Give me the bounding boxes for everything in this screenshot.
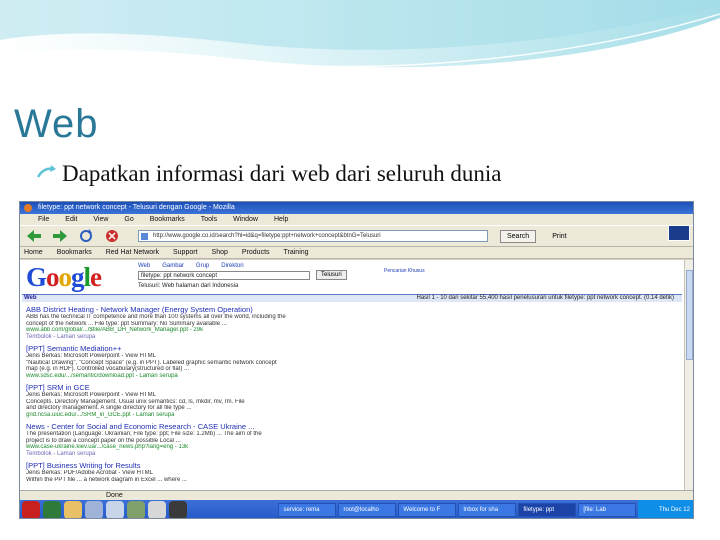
result-snippet: Within the PPT file ... a network diagra…	[26, 476, 187, 483]
url-input[interactable]: http://www.google.co.id/search?hl=id&q=f…	[138, 230, 488, 242]
menu-view[interactable]: View	[93, 214, 108, 225]
bookmark-bookmarks[interactable]: Bookmarks	[57, 247, 92, 258]
os-taskbar: service: rema root@localho Welcome to F …	[20, 500, 693, 518]
quick-launch-bar	[20, 501, 278, 518]
result-cache-links[interactable]: Tembolok - Laman serupa	[26, 451, 666, 458]
tab-grup[interactable]: Grup	[196, 263, 209, 269]
task-button[interactable]: root@localho	[338, 503, 397, 517]
bookmark-training[interactable]: Training	[284, 247, 309, 258]
stop-icon[interactable]	[102, 227, 122, 245]
mail-launcher-icon[interactable]	[64, 501, 82, 518]
search-result: News - Center for Social and Economic Re…	[26, 423, 666, 457]
google-search-button[interactable]: Telusuri	[316, 270, 347, 280]
back-icon[interactable]	[24, 227, 44, 245]
browser-launcher-icon[interactable]	[43, 501, 61, 518]
task-button-active[interactable]: filetype: ppt	[518, 503, 577, 517]
bookmark-shop[interactable]: Shop	[212, 247, 228, 258]
task-button[interactable]: Welcome to F	[398, 503, 457, 517]
menu-bar: File Edit View Go Bookmarks Tools Window…	[20, 214, 693, 225]
menu-edit[interactable]: Edit	[65, 214, 77, 225]
result-count-text: Hasil 1 - 10 dari sekitar 55,400 hasil p…	[416, 295, 674, 301]
window-titlebar[interactable]: filetype: ppt network concept - Telusuri…	[20, 202, 693, 214]
bookmark-red-hat-network[interactable]: Red Hat Network	[106, 247, 159, 258]
impress-launcher-icon[interactable]	[127, 501, 145, 518]
result-title-link[interactable]: [PPT] Business Writing for Results	[26, 462, 666, 470]
search-result: ABB District Heating - Network Manager (…	[26, 306, 666, 340]
terminal-launcher-icon[interactable]	[169, 501, 187, 518]
bookmarks-toolbar: Home Bookmarks Red Hat Network Support S…	[20, 247, 693, 259]
bookmark-home[interactable]: Home	[24, 247, 43, 258]
result-title-link[interactable]: [PPT] SRM in GCE	[26, 384, 666, 392]
tab-direktori[interactable]: Direktori	[221, 263, 243, 269]
result-title-link[interactable]: ABB District Heating - Network Manager (…	[26, 306, 666, 314]
menu-tools[interactable]: Tools	[201, 214, 217, 225]
search-result: [PPT] SRM in GCE Jenis Berkas: Microsoft…	[26, 384, 666, 418]
mozilla-icon	[24, 204, 32, 212]
tab-web[interactable]: Web	[138, 263, 150, 269]
result-url: www.sdsc.edu/.../semantic/download.ppt -…	[26, 372, 178, 379]
menu-help[interactable]: Help	[274, 214, 288, 225]
writer-launcher-icon[interactable]	[85, 501, 103, 518]
bullet-text: Dapatkan informasi dari web dari seluruh…	[62, 161, 502, 186]
scrollbar-thumb[interactable]	[686, 270, 693, 360]
google-tabs: Web Gambar Grup Direktori	[138, 263, 256, 269]
search-results-list: ABB District Heating - Network Manager (…	[26, 306, 666, 488]
status-bar: Done	[20, 490, 693, 500]
tab-gambar[interactable]: Gambar	[162, 263, 184, 269]
red-hat-menu-icon[interactable]	[22, 501, 40, 518]
result-cache-links[interactable]: Tembolok - Laman serupa	[26, 334, 666, 341]
throbber-icon	[668, 225, 690, 241]
header-wave-decoration	[0, 0, 720, 68]
bookmark-products[interactable]: Products	[242, 247, 270, 258]
advanced-search-link[interactable]: Pencarian Khusus	[384, 268, 425, 274]
result-url: grid.ncsa.uiuc.edu/.../SRM_in_GCE.ppt - …	[26, 411, 175, 418]
navigation-toolbar: http://www.google.co.id/search?hl=id&q=f…	[20, 225, 693, 247]
search-scope-radio[interactable]: Telusuri: Web halaman dari Indonesia	[138, 283, 238, 289]
search-result: [PPT] Semantic Mediation++ Jenis Berkas:…	[26, 345, 666, 379]
search-result: [PPT] Business Writing for Results Jenis…	[26, 462, 666, 483]
url-text: http://www.google.co.id/search?hl=id&q=f…	[153, 233, 381, 239]
bullet-arrow-icon	[36, 165, 56, 178]
menu-file[interactable]: File	[38, 214, 49, 225]
bookmark-support[interactable]: Support	[173, 247, 198, 258]
task-button[interactable]: service: rema	[278, 503, 337, 517]
result-summary-bar: Web Hasil 1 - 10 dari sekitar 55,400 has…	[22, 294, 682, 302]
result-bar-label: Web	[24, 295, 37, 301]
page-scrollbar[interactable]	[684, 260, 693, 490]
reload-icon[interactable]	[76, 227, 96, 245]
google-logo: Google	[26, 262, 102, 292]
slide-title: Web	[14, 102, 99, 146]
forward-icon[interactable]	[50, 227, 70, 245]
calc-launcher-icon[interactable]	[106, 501, 124, 518]
page-icon	[141, 233, 148, 240]
menu-window[interactable]: Window	[233, 214, 258, 225]
result-title-link[interactable]: [PPT] Semantic Mediation++	[26, 345, 666, 353]
search-button[interactable]: Search	[500, 229, 537, 243]
result-title-link[interactable]: News - Center for Social and Economic Re…	[26, 423, 666, 431]
menu-go[interactable]: Go	[124, 214, 133, 225]
bullet-item: Dapatkan informasi dari web dari seluruh…	[34, 161, 501, 187]
task-button[interactable]: Inbox for sha	[458, 503, 517, 517]
google-search-input[interactable]: filetype: ppt network concept	[138, 271, 310, 280]
google-results-page: Google Web Gambar Grup Direktori filetyp…	[20, 260, 684, 490]
menu-bookmarks[interactable]: Bookmarks	[150, 214, 185, 225]
task-button[interactable]: [file: Lab	[578, 503, 637, 517]
print-button[interactable]: Print	[552, 233, 566, 240]
window-title: filetype: ppt network concept - Telusuri…	[38, 204, 235, 211]
browser-screenshot: filetype: ppt network concept - Telusuri…	[19, 201, 694, 519]
system-clock[interactable]: Thu Dec 12	[638, 500, 693, 518]
printer-launcher-icon[interactable]	[148, 501, 166, 518]
